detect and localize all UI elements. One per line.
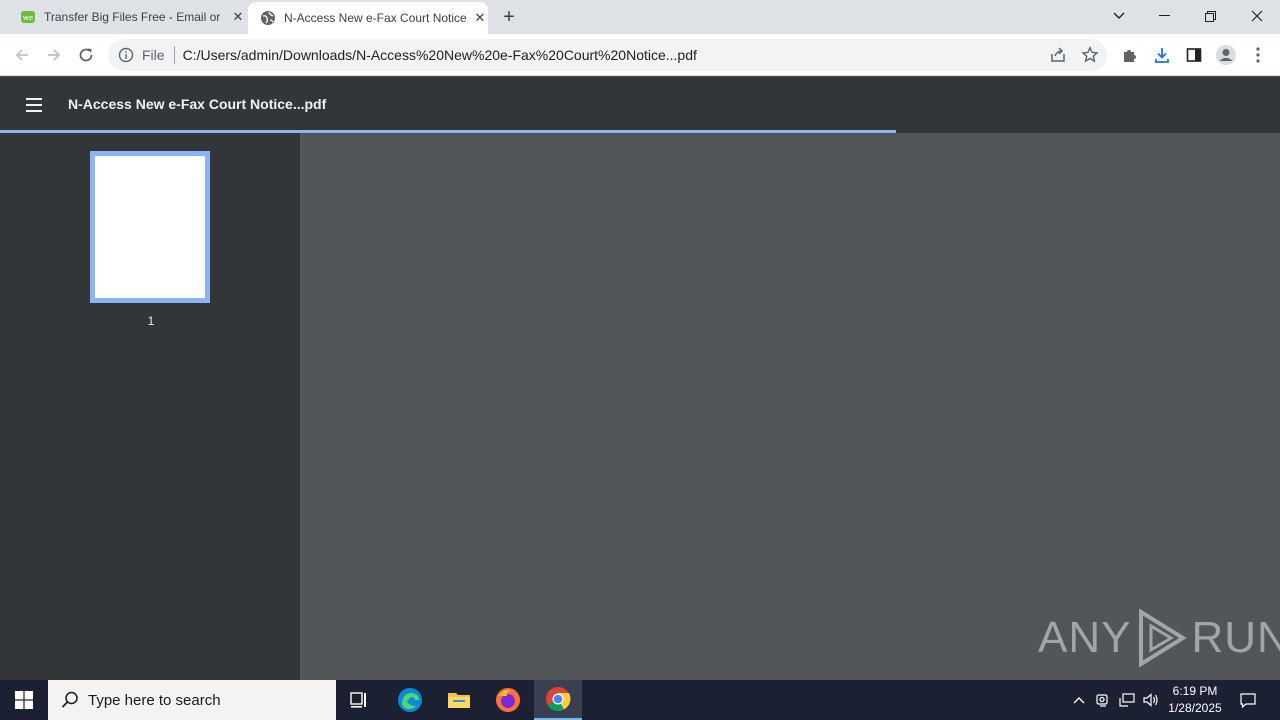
extensions-button[interactable] — [1116, 41, 1144, 69]
side-panel-button[interactable] — [1180, 41, 1208, 69]
minimize-icon — [1158, 15, 1170, 16]
arrow-right-icon — [48, 49, 61, 61]
svg-text:we: we — [23, 14, 33, 22]
downloads-button[interactable] — [1148, 41, 1176, 69]
network-icon — [1119, 693, 1135, 707]
speaker-icon — [1143, 693, 1158, 707]
tab-pdf-notice[interactable]: N-Access New e-Fax Court Notice ✕ — [248, 2, 488, 34]
taskbar-firefox[interactable] — [484, 680, 532, 720]
tab-strip: we Transfer Big Files Free - Email or ✕ … — [0, 0, 1280, 34]
arrow-left-icon — [15, 49, 28, 61]
task-view-button[interactable] — [336, 680, 384, 720]
puzzle-icon — [1124, 50, 1136, 62]
firefox-icon — [496, 688, 520, 712]
reload-button[interactable] — [72, 41, 100, 69]
windows-taskbar: Type here to search 6:19 PM 1/28/2025 — [0, 680, 1280, 720]
close-tab-icon[interactable]: ✕ — [230, 9, 246, 25]
search-placeholder: Type here to search — [88, 691, 221, 709]
tab-title: Transfer Big Files Free - Email or — [44, 10, 221, 24]
taskbar-search-box[interactable]: Type here to search — [48, 680, 336, 720]
show-hidden-icons-button[interactable] — [1068, 680, 1090, 720]
pdf-toolbar: N-Access New e-Fax Court Notice...pdf — [0, 77, 1280, 133]
taskbar-clock[interactable]: 6:19 PM 1/28/2025 — [1160, 683, 1230, 717]
pdf-content-area[interactable] — [300, 133, 1280, 680]
watermark-text-left: ANY — [1038, 613, 1132, 662]
forward-button[interactable] — [40, 41, 68, 69]
restore-icon — [1204, 10, 1216, 22]
hamburger-menu-icon[interactable] — [22, 95, 46, 115]
pdf-document-title: N-Access New e-Fax Court Notice...pdf — [68, 96, 327, 112]
notification-icon — [1240, 693, 1256, 708]
start-button[interactable] — [0, 680, 48, 720]
clock-time: 6:19 PM — [1172, 684, 1218, 698]
tray-meet-now[interactable] — [1092, 680, 1114, 720]
tray-volume[interactable] — [1140, 680, 1162, 720]
anyrun-watermark: ANY RUN — [1038, 606, 1280, 670]
restore-button[interactable] — [1187, 0, 1233, 32]
wetransfer-favicon: we — [21, 11, 35, 23]
share-icon — [1051, 47, 1065, 62]
omnibox-divider — [173, 46, 175, 64]
star-icon — [1081, 46, 1099, 63]
close-icon — [1251, 10, 1263, 22]
tray-network[interactable] — [1116, 680, 1138, 720]
download-icon — [1155, 48, 1169, 63]
watermark-text-right: RUN — [1191, 613, 1280, 662]
minimize-button[interactable] — [1141, 0, 1187, 32]
taskbar-file-explorer[interactable] — [435, 680, 483, 720]
close-window-button[interactable] — [1234, 0, 1280, 32]
browser-toolbar: File C:/Users/admin/Downloads/N-Access%2… — [0, 34, 1280, 76]
page-thumbnail[interactable] — [90, 151, 210, 303]
webcam-icon — [1096, 694, 1108, 707]
notification-center-button[interactable] — [1234, 680, 1262, 720]
chrome-icon — [546, 687, 571, 712]
avatar-icon — [1216, 45, 1236, 65]
search-icon — [61, 691, 78, 708]
close-tab-icon[interactable]: ✕ — [472, 10, 488, 26]
edge-browser-icon — [398, 688, 422, 712]
profile-button[interactable] — [1212, 41, 1240, 69]
url-text[interactable]: C:/Users/admin/Downloads/N-Access%20New%… — [183, 47, 697, 63]
info-icon[interactable] — [118, 47, 134, 63]
address-bar[interactable]: File C:/Users/admin/Downloads/N-Access%2… — [108, 39, 1107, 71]
tab-transfer-big-files[interactable]: we Transfer Big Files Free - Email or ✕ — [14, 0, 246, 34]
share-button[interactable] — [1044, 41, 1072, 69]
taskbar-edge[interactable] — [386, 680, 434, 720]
chrome-menu-button[interactable] — [1244, 41, 1272, 69]
back-button[interactable] — [8, 41, 36, 69]
scheme-label: File — [142, 47, 165, 63]
reload-icon — [79, 48, 93, 62]
chevron-up-icon — [1073, 697, 1085, 704]
windows-logo-icon — [15, 691, 33, 709]
play-logo-icon — [1139, 608, 1188, 668]
tab-search-button[interactable] — [1096, 0, 1142, 32]
clock-date: 1/28/2025 — [1168, 701, 1222, 715]
globe-icon — [261, 11, 275, 25]
chevron-down-icon — [1113, 12, 1125, 19]
tab-title: N-Access New e-Fax Court Notice — [284, 11, 467, 25]
folder-icon — [448, 693, 470, 708]
task-view-icon — [350, 692, 366, 708]
side-panel-icon — [1186, 48, 1202, 62]
pdf-thumbnail-sidebar: 1 — [0, 133, 300, 680]
taskbar-chrome[interactable] — [534, 680, 582, 720]
more-vertical-icon — [1256, 47, 1260, 63]
bookmark-button[interactable] — [1076, 41, 1104, 69]
page-thumbnail-number: 1 — [147, 314, 155, 328]
new-tab-button[interactable]: + — [499, 7, 519, 27]
